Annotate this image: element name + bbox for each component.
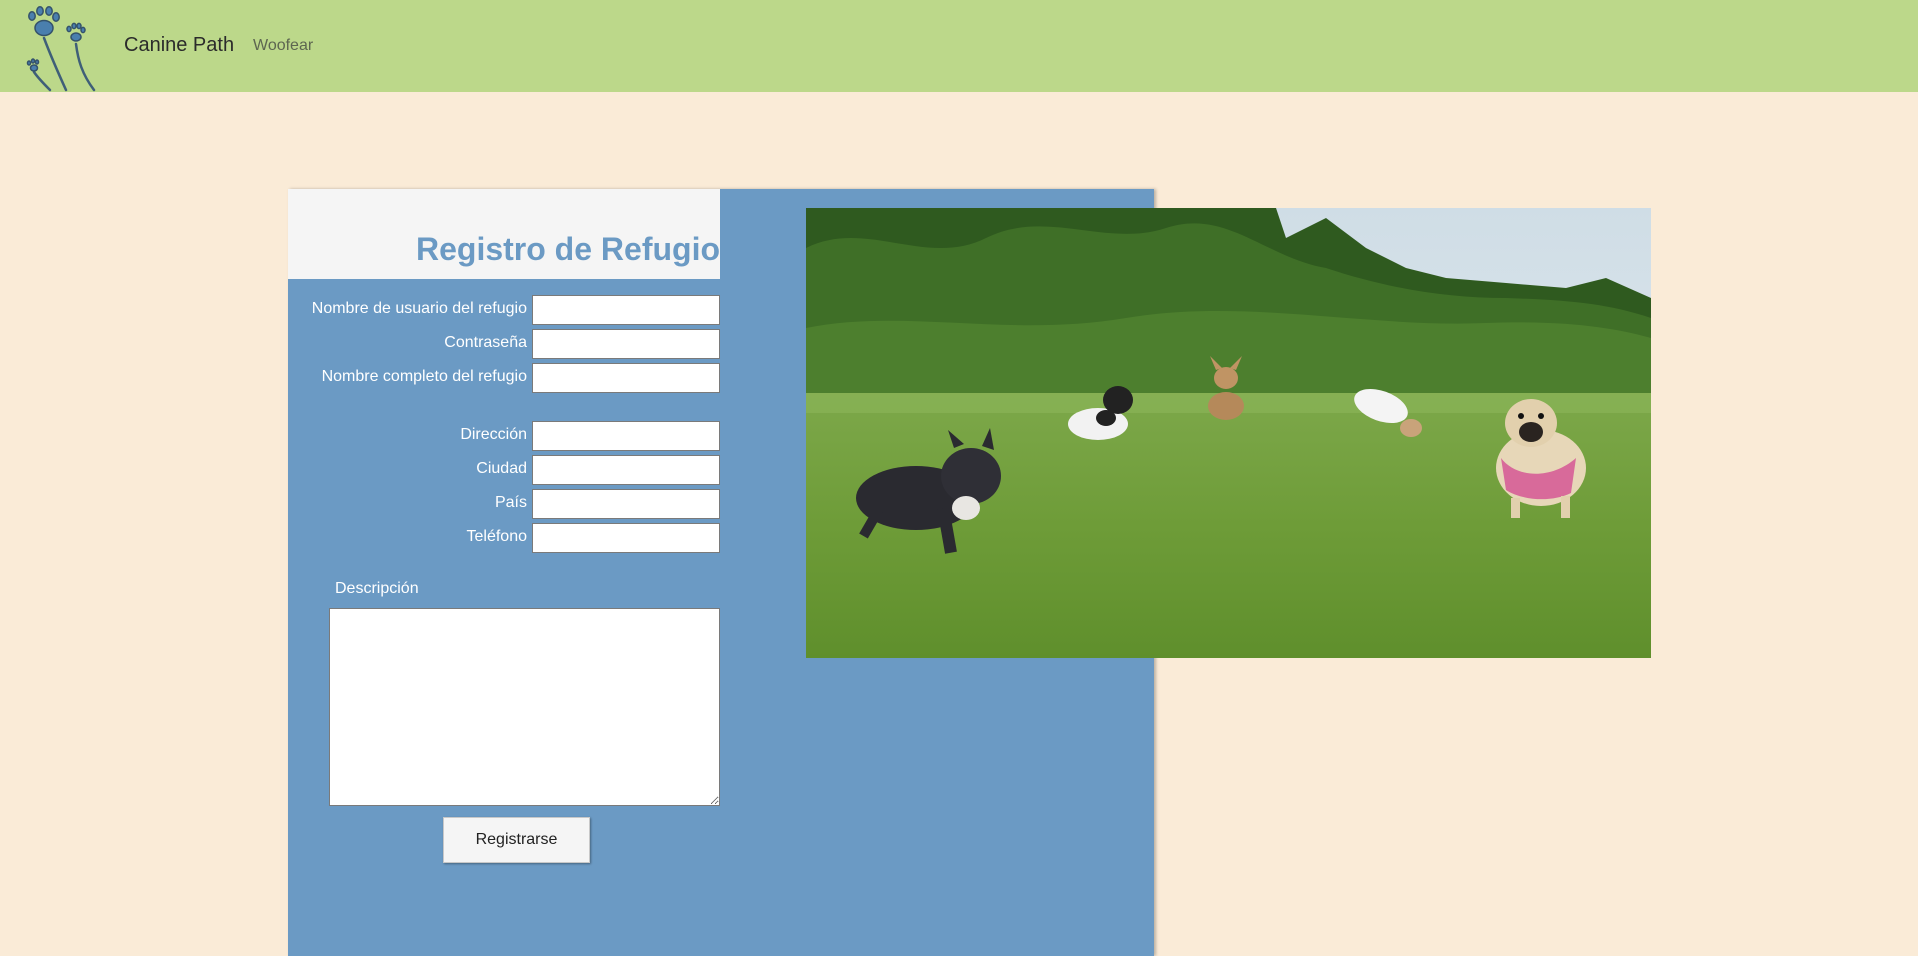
fullname-input[interactable] xyxy=(532,363,720,393)
city-input[interactable] xyxy=(532,455,720,485)
address-input[interactable] xyxy=(532,421,720,451)
form-header: Registro de Refugio xyxy=(288,189,720,279)
paw-flower-logo-icon[interactable] xyxy=(22,4,100,92)
country-label: País xyxy=(494,494,527,511)
fullname-label: Nombre completo del refugio xyxy=(321,368,527,385)
description-textarea[interactable] xyxy=(329,608,720,806)
brand-name[interactable]: Canine Path xyxy=(124,34,234,57)
register-button[interactable]: Registrarse xyxy=(443,817,590,863)
username-input[interactable] xyxy=(532,295,720,325)
city-label: Ciudad xyxy=(476,460,527,477)
field-row-address: Dirección xyxy=(288,421,720,451)
field-row-country: País xyxy=(288,489,720,519)
address-label: Dirección xyxy=(460,426,527,443)
field-row-username: Nombre de usuario del refugio xyxy=(288,295,720,325)
navbar: Canine Path Woofear xyxy=(0,0,1918,92)
field-row-fullname: Nombre completo del refugio xyxy=(288,363,720,393)
description-label: Descripción xyxy=(335,580,419,597)
field-row-phone: Teléfono xyxy=(288,523,720,553)
field-row-city: Ciudad xyxy=(288,455,720,485)
phone-input[interactable] xyxy=(532,523,720,553)
form-title: Registro de Refugio xyxy=(415,231,720,267)
field-row-password: Contraseña xyxy=(288,329,720,359)
phone-label: Teléfono xyxy=(466,528,528,545)
password-input[interactable] xyxy=(532,329,720,359)
username-label: Nombre de usuario del refugio xyxy=(311,300,527,317)
country-input[interactable] xyxy=(532,489,720,519)
dogs-running-in-park-photo xyxy=(806,208,1651,658)
nav-link-woofear[interactable]: Woofear xyxy=(253,37,313,55)
password-label: Contraseña xyxy=(444,334,527,351)
